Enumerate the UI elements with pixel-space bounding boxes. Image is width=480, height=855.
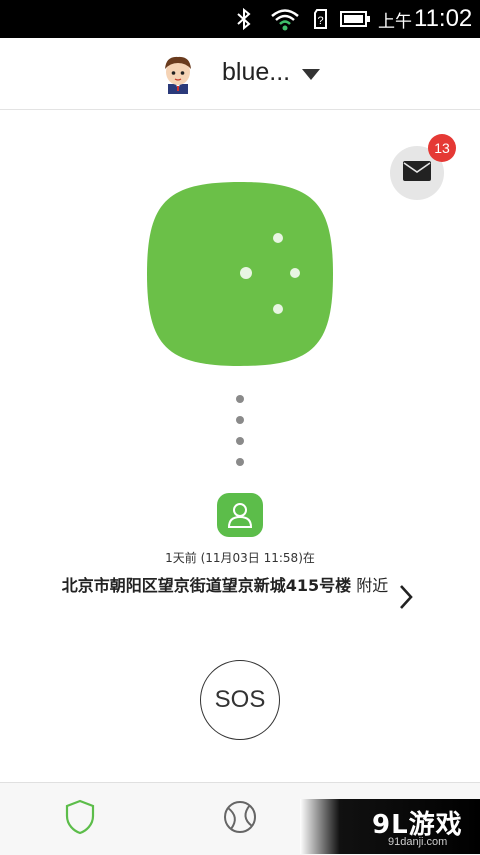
person-icon[interactable] (217, 493, 263, 537)
status-bar: ? 上午 11:02 (0, 0, 480, 38)
status-time: 上午 11:02 (378, 0, 472, 38)
ball-icon (223, 800, 257, 838)
connector-dot (236, 458, 244, 466)
chevron-down-icon[interactable] (302, 69, 320, 80)
chevron-right-icon[interactable] (398, 584, 414, 614)
mail-icon (403, 161, 431, 185)
shield-icon (64, 799, 96, 839)
status-clock: 11:02 (414, 5, 473, 32)
device-blob-icon[interactable] (145, 180, 335, 368)
sos-button[interactable]: SOS (200, 660, 280, 740)
battery-icon (340, 0, 372, 38)
bluetooth-icon (234, 0, 254, 38)
watermark-url: 91danji.com (388, 836, 448, 848)
svg-text:?: ? (317, 15, 323, 27)
location-address[interactable]: 北京市朝阳区望京街道望京新城415号楼 附近 (60, 575, 390, 597)
connector-dot (236, 437, 244, 445)
nav-activity[interactable] (160, 783, 320, 855)
address-main: 北京市朝阳区望京街道望京新城415号楼 (61, 576, 352, 595)
sim-icon: ? (312, 0, 330, 38)
wifi-icon (270, 0, 300, 38)
connector-dot (236, 416, 244, 424)
header: blue... (0, 38, 480, 110)
mail-badge: 13 (428, 134, 456, 162)
nav-home[interactable] (0, 783, 160, 855)
status-ampm: 上午 (378, 11, 412, 31)
address-suffix: 附近 (356, 576, 389, 595)
connector-dot (236, 395, 244, 403)
username-label[interactable]: blue... (222, 58, 290, 87)
child-avatar[interactable] (160, 54, 196, 94)
location-time: 1天前 (11月03日 11:58)在 (165, 551, 315, 565)
